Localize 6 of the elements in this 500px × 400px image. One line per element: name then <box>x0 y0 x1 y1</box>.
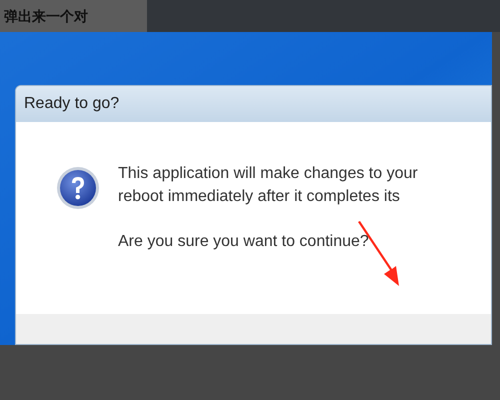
window-title: Ready to go? <box>24 94 120 114</box>
question-text: Are you sure you want to continue? <box>118 232 370 252</box>
caption-text: 弹出来一个对 <box>3 6 88 26</box>
question-icon <box>56 166 100 210</box>
message-text: This application will make changes to your <box>118 164 418 184</box>
message-text: reboot immediately after it completes its <box>118 187 401 207</box>
